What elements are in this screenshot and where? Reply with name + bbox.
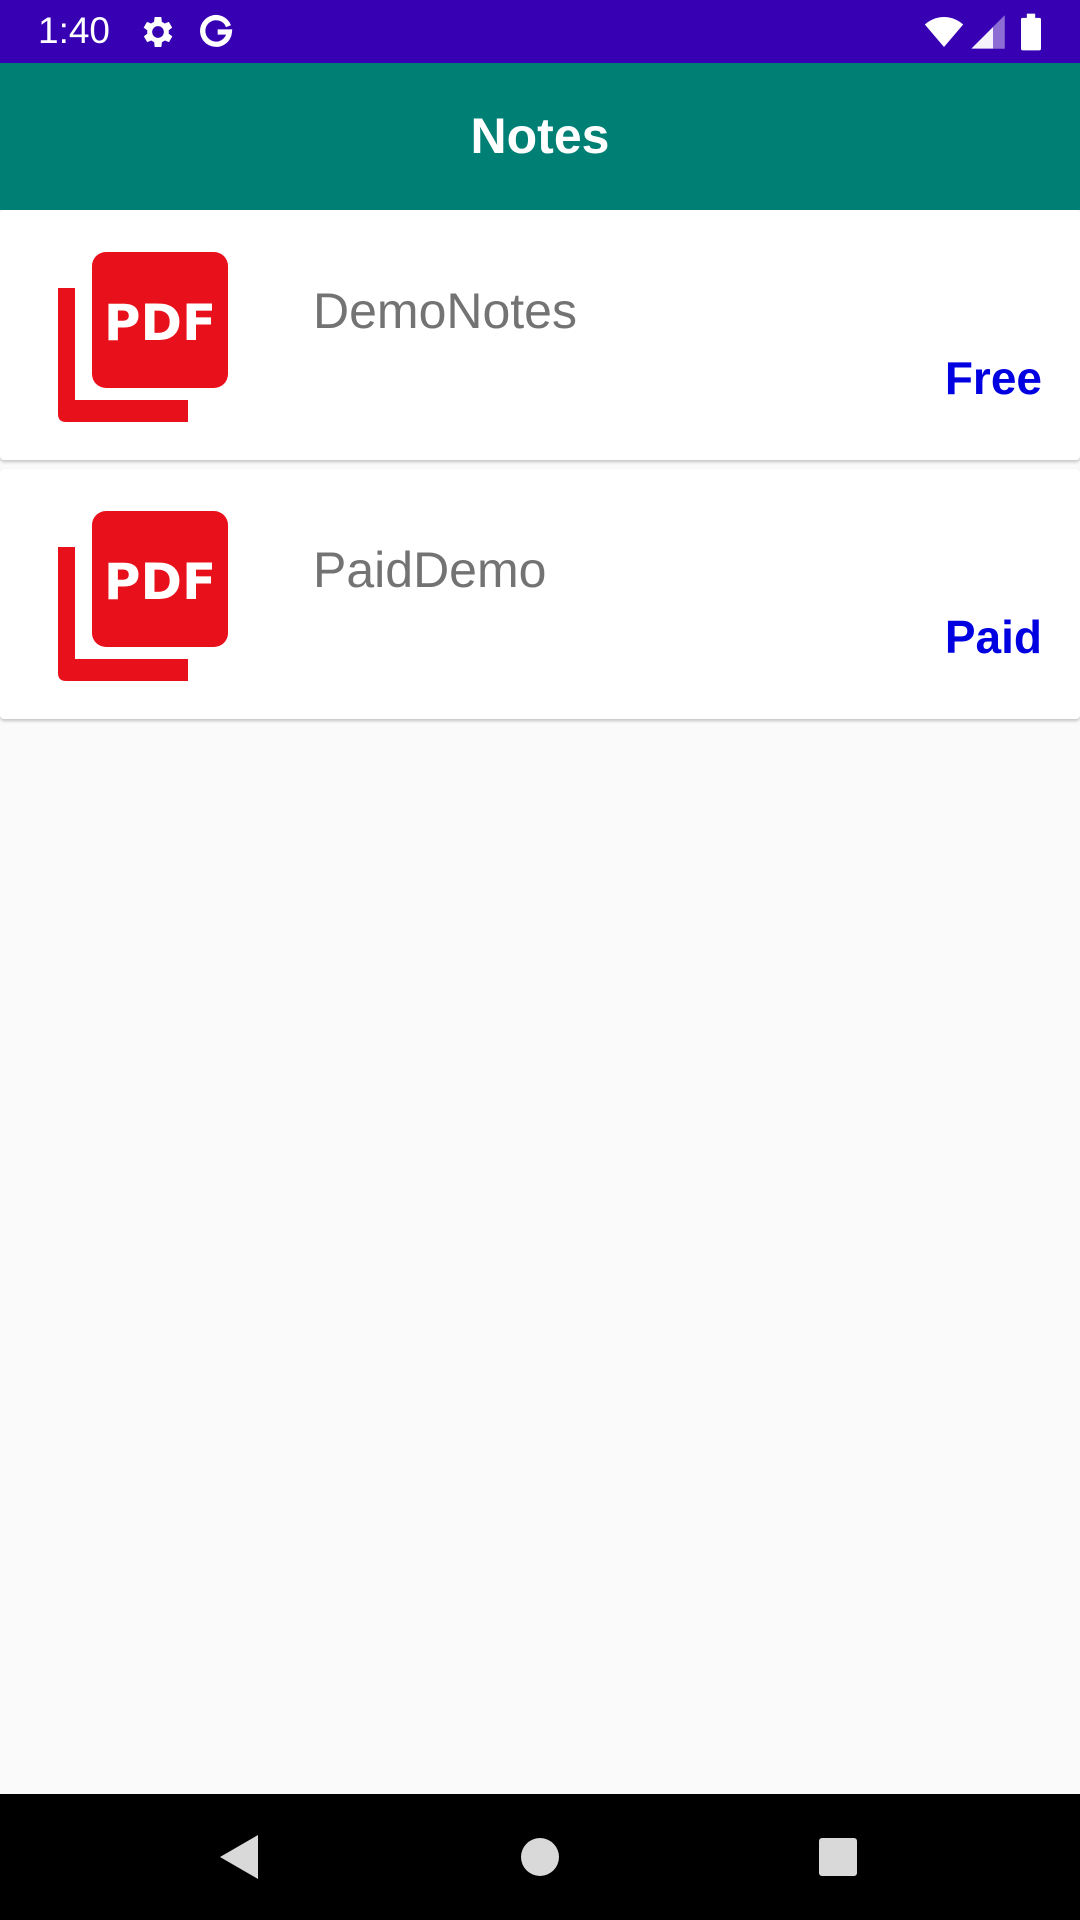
note-title: PaidDemo — [313, 542, 547, 598]
list-item[interactable]: PDF PaidDemo Paid — [0, 469, 1080, 719]
battery-icon — [1021, 13, 1041, 51]
home-icon[interactable] — [510, 1827, 570, 1887]
status-bar: 1:40 — [0, 0, 1080, 63]
price-label: Free — [944, 352, 1042, 404]
recents-icon[interactable] — [808, 1827, 868, 1887]
google-g-icon — [200, 14, 233, 47]
gear-icon — [143, 17, 173, 47]
screen: 1:40 Notes PDF DemoNotes Free PDF PaidDe… — [0, 0, 1080, 1920]
signal-icon — [971, 15, 1005, 49]
app-bar: Notes — [0, 63, 1080, 210]
page-title: Notes — [470, 108, 610, 164]
pdf-icon-text: PDF — [104, 294, 216, 352]
price-label: Paid — [944, 611, 1042, 663]
pdf-icon: PDF — [58, 511, 228, 681]
pdf-icon: PDF — [58, 252, 228, 422]
list-item[interactable]: PDF DemoNotes Free — [0, 210, 1080, 460]
pdf-icon-text: PDF — [104, 553, 216, 611]
wifi-icon — [924, 17, 964, 47]
navigation-bar — [0, 1794, 1080, 1920]
note-title: DemoNotes — [313, 283, 577, 339]
back-icon[interactable] — [210, 1827, 270, 1887]
status-time: 1:40 — [38, 10, 111, 51]
